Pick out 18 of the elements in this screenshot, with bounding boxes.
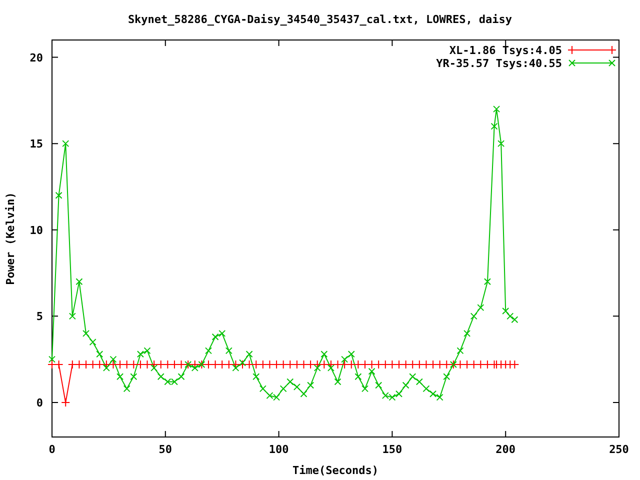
legend-line: [568, 46, 616, 54]
x-axis-label: Time(Seconds): [292, 464, 379, 477]
y-tick-label: 15: [30, 138, 43, 151]
chart-title: Skynet_58286_CYGA-Daisy_34540_35437_cal.txt, LOWRES, daisy: [128, 13, 512, 26]
y-axis-label: Power (Kelvin): [4, 192, 17, 285]
y-tick-label: 20: [30, 51, 43, 64]
x-tick-label: 100: [268, 443, 289, 456]
x-tick-label: 200: [496, 443, 516, 456]
y-tick-label: 0: [36, 396, 43, 410]
y-tick-label: 10: [30, 224, 43, 237]
y-tick-label: 5: [36, 310, 43, 324]
x-tick-label: 0: [48, 443, 56, 456]
x-tick-label: 250: [609, 443, 629, 456]
legend-line: [568, 60, 616, 66]
legend-label: XL-1.86 Tsys:4.05: [449, 44, 562, 57]
x-tick-label: 150: [382, 443, 402, 456]
legend-label: YR-35.57 Tsys:40.55: [436, 57, 562, 70]
x-tick-label: 50: [158, 443, 172, 456]
